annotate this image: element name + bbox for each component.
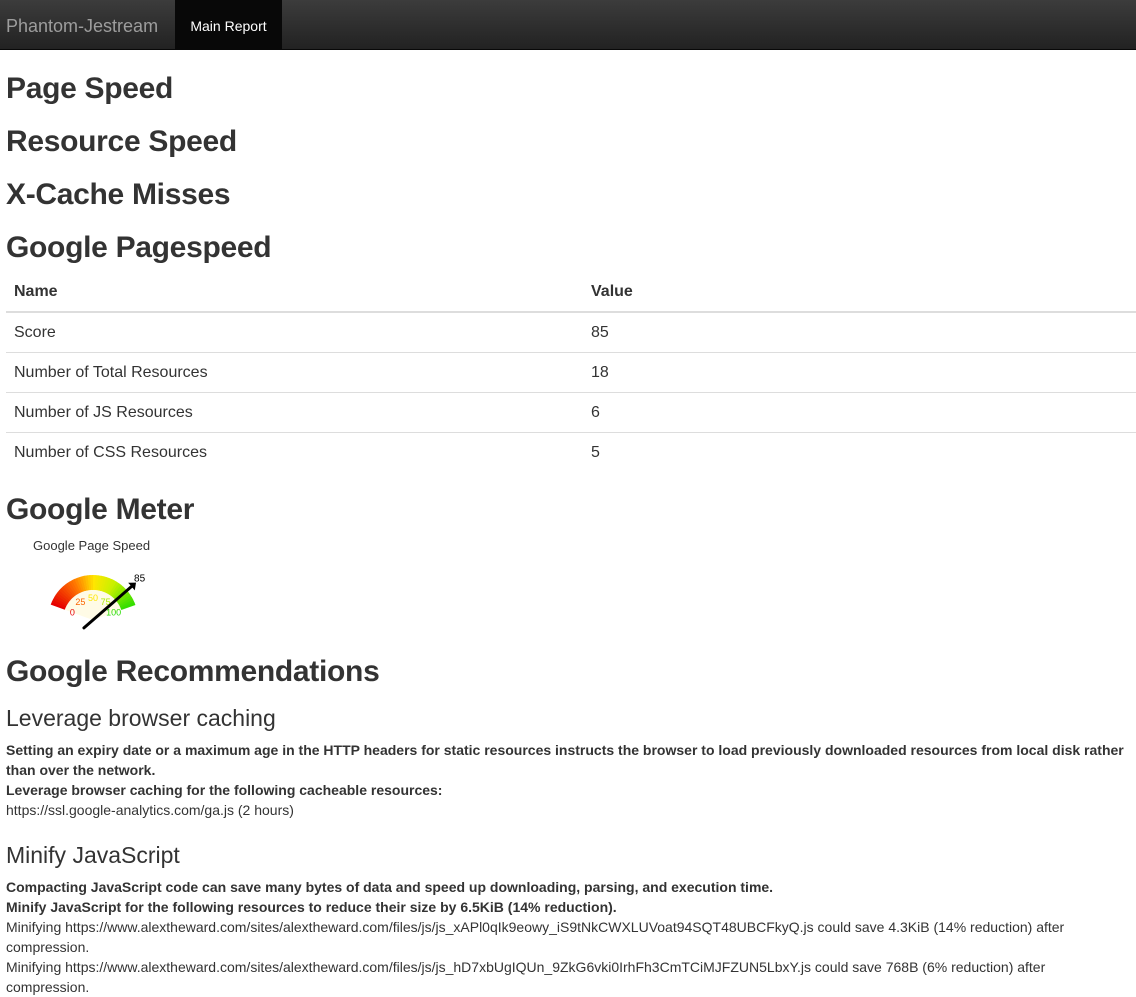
cell-name: Number of CSS Resources [6, 432, 583, 472]
recommendation-title: Leverage browser caching [6, 705, 276, 731]
recommendation-summary: Setting an expiry date or a maximum age … [6, 742, 1124, 778]
cell-value: 85 [583, 311, 1136, 353]
recommendation-summary: Compacting JavaScript code can save many… [6, 879, 774, 895]
gauge-tick-label: 25 [75, 597, 85, 607]
top-navbar: Phantom-Jestream Main Report [0, 0, 1136, 50]
cell-value: 5 [583, 432, 1136, 472]
heading-resource-speed: Resource Speed [6, 125, 237, 158]
column-header-value: Value [583, 273, 1136, 313]
recommendation-minify-js: Minify JavaScript Compacting JavaScript … [6, 842, 1131, 997]
recommendation-item: Minifying https://www.alextheward.com/si… [6, 919, 1065, 955]
meter-title: Google Page Speed [33, 538, 151, 553]
gauge-tick-label: 0 [70, 607, 75, 617]
recommendation-item: Minifying https://www.alextheward.com/si… [6, 959, 1046, 995]
heading-google-meter: Google Meter [6, 493, 195, 526]
table-row: Number of Total Resources 18 [6, 352, 1136, 393]
gauge-tick-label: 100 [106, 607, 121, 617]
heading-google-pagespeed: Google Pagespeed [6, 231, 272, 264]
recommendation-leverage-caching: Leverage browser caching Setting an expi… [6, 705, 1131, 820]
cell-name: Number of Total Resources [6, 352, 583, 393]
table-header-row: Name Value [6, 273, 1136, 313]
heading-google-recommendations: Google Recommendations [6, 655, 380, 688]
cell-value: 18 [583, 352, 1136, 393]
brand-link[interactable]: Phantom-Jestream [6, 0, 158, 50]
table-row: Score 85 [6, 311, 1136, 353]
recommendation-subheading: Minify JavaScript for the following reso… [6, 899, 617, 915]
pagespeed-table: Name Value Score 85 Number of Total Reso… [6, 273, 1136, 472]
recommendation-item: https://ssl.google-analytics.com/ga.js (… [6, 802, 294, 818]
nav-item-main-report[interactable]: Main Report [175, 0, 282, 50]
cell-name: Score [6, 311, 583, 353]
google-page-speed-meter: Google Page Speed 0 25 50 75 100 85 [33, 538, 173, 638]
heading-page-speed: Page Speed [6, 72, 174, 105]
table-row: Number of CSS Resources 5 [6, 432, 1136, 472]
gauge-tick-label: 50 [88, 593, 98, 603]
column-header-name: Name [6, 273, 583, 313]
heading-xcache-misses: X-Cache Misses [6, 178, 231, 211]
recommendation-subheading: Leverage browser caching for the followi… [6, 782, 443, 798]
gauge-chart: 025 50 75100 85 [50, 574, 146, 630]
cell-value: 6 [583, 392, 1136, 433]
recommendation-title: Minify JavaScript [6, 842, 180, 868]
table-row: Number of JS Resources 6 [6, 392, 1136, 433]
gauge-value-label: 85 [134, 574, 146, 585]
cell-name: Number of JS Resources [6, 392, 583, 433]
